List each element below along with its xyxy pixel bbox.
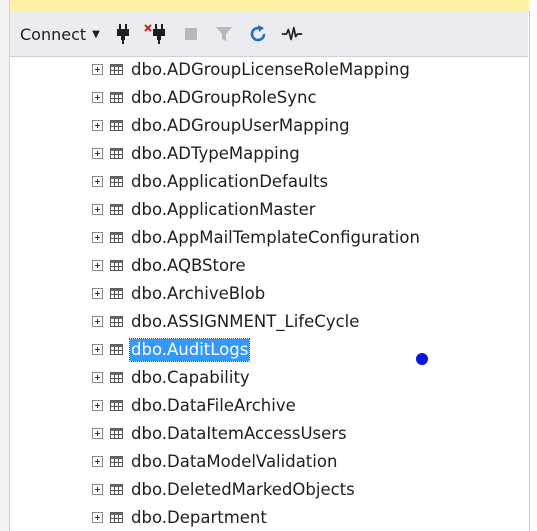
table-icon xyxy=(110,512,123,523)
tree-node-label[interactable]: dbo.DataItemAccessUsers xyxy=(130,423,348,445)
filter-icon[interactable] xyxy=(213,23,235,45)
tree-node[interactable]: dbo.ADTypeMapping xyxy=(10,141,528,169)
table-icon xyxy=(110,120,123,131)
tree-node-label[interactable]: dbo.Department xyxy=(130,507,268,529)
expand-plus-icon[interactable] xyxy=(92,176,103,187)
tree-node[interactable]: dbo.ASSIGNMENT_LifeCycle xyxy=(10,309,528,337)
table-icon xyxy=(110,456,123,467)
expand-plus-icon[interactable] xyxy=(92,372,103,383)
activity-monitor-icon[interactable] xyxy=(281,23,303,45)
expand-plus-icon[interactable] xyxy=(92,288,103,299)
tree-node[interactable]: dbo.ApplicationDefaults xyxy=(10,169,528,197)
tree-node[interactable]: dbo.DataItemAccessUsers xyxy=(10,421,528,449)
tree-node[interactable]: dbo.AuditLogs xyxy=(10,337,528,365)
connect-dropdown-button[interactable]: Connect ▼ xyxy=(20,24,100,44)
tree-node-label[interactable]: dbo.ADGroupUserMapping xyxy=(130,115,351,137)
table-icon xyxy=(110,316,123,327)
expand-plus-icon[interactable] xyxy=(92,232,103,243)
tree-node[interactable]: dbo.DeletedMarkedObjects xyxy=(10,477,528,505)
table-icon xyxy=(110,344,123,355)
table-icon xyxy=(110,204,123,215)
expand-plus-icon[interactable] xyxy=(92,512,103,523)
tree-node-label[interactable]: dbo.ApplicationDefaults xyxy=(130,171,329,193)
expand-plus-icon[interactable] xyxy=(92,316,103,327)
object-explorer-tree: dbo.ADGroupLicenseRoleMapping dbo.ADGroup… xyxy=(10,57,528,531)
table-icon xyxy=(110,176,123,187)
tree-node[interactable]: dbo.DataFileArchive xyxy=(10,393,528,421)
table-icon xyxy=(110,232,123,243)
tree-node-label-selected[interactable]: dbo.AuditLogs xyxy=(128,338,251,362)
disconnect-icon[interactable] xyxy=(144,23,166,45)
expand-plus-icon[interactable] xyxy=(92,428,103,439)
table-icon xyxy=(110,260,123,271)
tree-node[interactable]: dbo.ApplicationMaster xyxy=(10,197,528,225)
object-explorer-toolbar: Connect ▼ xyxy=(10,11,528,57)
tree-node[interactable]: dbo.DataModelValidation xyxy=(10,449,528,477)
tree-node-label[interactable]: dbo.ADTypeMapping xyxy=(130,143,301,165)
tree-node-label[interactable]: dbo.Capability xyxy=(130,367,251,389)
tree-node-label[interactable]: dbo.DeletedMarkedObjects xyxy=(130,479,356,501)
tree-node[interactable]: dbo.AppMailTemplateConfiguration xyxy=(10,225,528,253)
expand-plus-icon[interactable] xyxy=(92,400,103,411)
refresh-icon[interactable] xyxy=(247,23,269,45)
tree-node[interactable]: dbo.ADGroupRoleSync xyxy=(10,85,528,113)
tree-node[interactable]: dbo.ArchiveBlob xyxy=(10,281,528,309)
table-icon xyxy=(110,64,123,75)
expand-plus-icon[interactable] xyxy=(92,64,103,75)
tree-node[interactable]: dbo.Department xyxy=(10,505,528,531)
window-top-strip xyxy=(0,0,537,12)
right-window-border xyxy=(529,11,537,531)
cursor-dot-marker xyxy=(416,353,428,365)
table-icon xyxy=(110,484,123,495)
tree-node[interactable]: dbo.ADGroupLicenseRoleMapping xyxy=(10,57,528,85)
tree-node-label[interactable]: dbo.AppMailTemplateConfiguration xyxy=(130,227,421,249)
expand-plus-icon[interactable] xyxy=(92,456,103,467)
tree-node-label[interactable]: dbo.DataFileArchive xyxy=(130,395,297,417)
expand-plus-icon[interactable] xyxy=(92,344,103,355)
expand-plus-icon[interactable] xyxy=(92,260,103,271)
table-icon xyxy=(110,92,123,103)
expand-plus-icon[interactable] xyxy=(92,484,103,495)
chevron-down-icon: ▼ xyxy=(92,28,100,40)
tree-node[interactable]: dbo.Capability xyxy=(10,365,528,393)
table-icon xyxy=(110,148,123,159)
table-icon xyxy=(110,372,123,383)
tree-node-label[interactable]: dbo.DataModelValidation xyxy=(130,451,338,473)
connect-plug-icon[interactable] xyxy=(112,23,134,45)
connect-label: Connect xyxy=(20,24,87,44)
table-icon xyxy=(110,400,123,411)
stop-icon[interactable] xyxy=(180,23,202,45)
left-window-border xyxy=(0,0,10,531)
tree-node-label[interactable]: dbo.ADGroupRoleSync xyxy=(130,87,318,109)
tree-node-label[interactable]: dbo.AQBStore xyxy=(130,255,247,277)
tree-node-label[interactable]: dbo.ApplicationMaster xyxy=(130,199,317,221)
expand-plus-icon[interactable] xyxy=(92,148,103,159)
expand-plus-icon[interactable] xyxy=(92,92,103,103)
tree-node-label[interactable]: dbo.ArchiveBlob xyxy=(130,283,266,305)
tree-node[interactable]: dbo.ADGroupUserMapping xyxy=(10,113,528,141)
expand-plus-icon[interactable] xyxy=(92,120,103,131)
expand-plus-icon[interactable] xyxy=(92,204,103,215)
tree-node-label[interactable]: dbo.ASSIGNMENT_LifeCycle xyxy=(130,311,360,333)
tree-node-label[interactable]: dbo.ADGroupLicenseRoleMapping xyxy=(130,59,411,81)
table-icon xyxy=(110,288,123,299)
tree-node[interactable]: dbo.AQBStore xyxy=(10,253,528,281)
table-icon xyxy=(110,428,123,439)
